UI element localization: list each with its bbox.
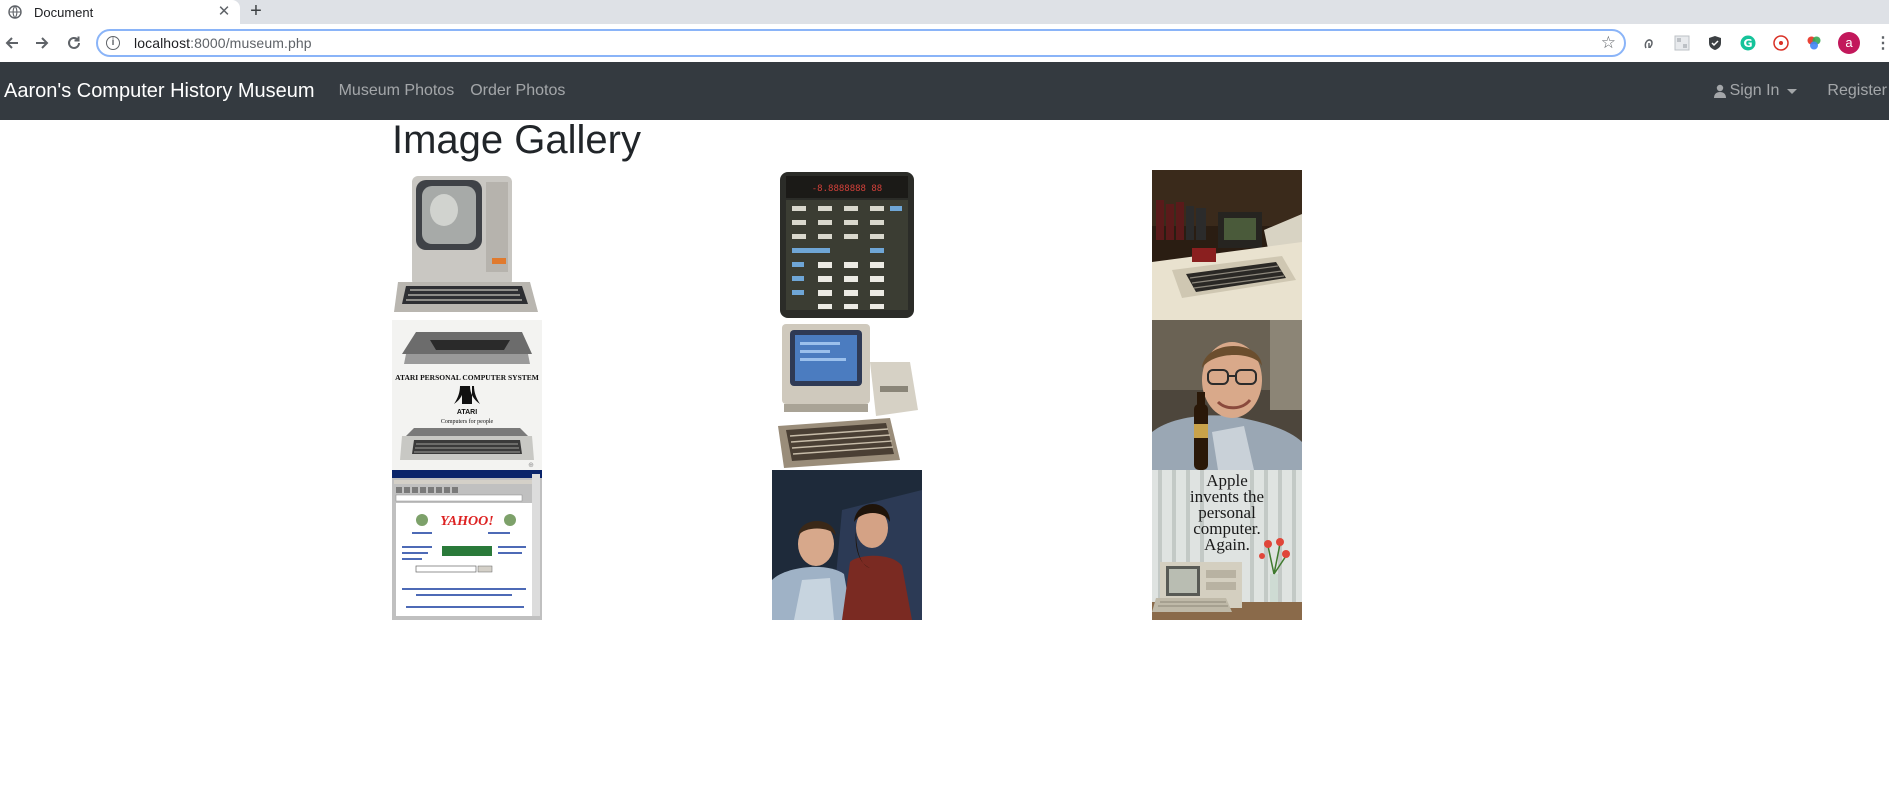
red-circle-extension-icon[interactable] [1772, 34, 1790, 52]
tab-title: Document [34, 4, 94, 20]
browser-tab[interactable]: Document ✕ [0, 0, 240, 24]
atari-ad-tagline: Computers for people [441, 418, 494, 425]
atari-ad-headline: ATARI PERSONAL COMPUTER SYSTEM [395, 373, 539, 382]
address-bar[interactable]: i localhost:8000/museum.php ☆ [96, 29, 1626, 57]
lisa-ad-line-5: Again. [1204, 535, 1250, 554]
info-icon[interactable]: i [106, 36, 120, 50]
gallery-image-atari-ad[interactable]: ATARI PERSONAL COMPUTER SYSTEM ATARI Com… [392, 320, 542, 470]
url-path: :8000/museum.php [190, 35, 312, 51]
new-tab-icon[interactable]: + [246, 0, 266, 24]
reload-icon[interactable] [62, 31, 86, 55]
extensions-bar: G a ⋮ [1640, 32, 1889, 54]
sign-in-dropdown[interactable]: Sign In [1713, 82, 1798, 100]
gallery-image-two-founders[interactable] [772, 470, 922, 620]
gallery-image-yahoo-website[interactable]: YAHOO! [392, 470, 542, 620]
gallery-image-terminal-computer[interactable] [392, 170, 542, 320]
profile-avatar[interactable]: a [1838, 32, 1860, 54]
qr-extension-icon[interactable] [1673, 34, 1691, 52]
nav-link-order-photos[interactable]: Order Photos [470, 82, 565, 100]
color-picker-extension-icon[interactable] [1805, 34, 1823, 52]
navbar-brand[interactable]: Aaron's Computer History Museum [4, 80, 315, 103]
grammarly-extension-icon[interactable]: G [1739, 34, 1757, 52]
shield-extension-icon[interactable] [1706, 34, 1724, 52]
browser-toolbar: i localhost:8000/museum.php ☆ G a ⋮ [0, 24, 1889, 62]
browser-tabstrip: Document ✕ + [0, 0, 1889, 24]
atari-ad-logo: ATARI [457, 409, 477, 416]
register-link[interactable]: Register [1827, 82, 1887, 100]
svg-text:-8.8888888 88: -8.8888888 88 [812, 184, 882, 194]
gallery-image-commodore-64[interactable] [772, 320, 922, 470]
menu-kebab-icon[interactable]: ⋮ [1875, 33, 1889, 53]
gallery-image-calculator[interactable]: -8.8888888 88 [772, 170, 922, 320]
fingerprint-extension-icon[interactable] [1640, 34, 1658, 52]
sign-in-label: Sign In [1729, 82, 1780, 99]
yahoo-logo-text: YAHOO! [440, 514, 493, 529]
site-navbar: Aaron's Computer History Museum Museum P… [0, 62, 1889, 120]
url-host: localhost [134, 35, 191, 51]
caret-down-icon [1787, 88, 1798, 94]
globe-icon [8, 5, 22, 19]
bookmark-star-icon[interactable]: ☆ [1601, 33, 1616, 53]
gallery-image-man-with-glasses[interactable] [1152, 320, 1302, 470]
user-icon [1713, 84, 1726, 98]
forward-arrow-icon[interactable] [30, 31, 54, 55]
navbar-right: Sign In Register [1713, 62, 1889, 120]
page-title: Image Gallery [392, 118, 641, 162]
gallery-image-apple-ii-computer[interactable] [1152, 170, 1302, 320]
back-arrow-icon[interactable] [0, 31, 24, 55]
image-gallery: -8.8888888 88 ATARI PERSONAL COMPUTER SY… [392, 170, 1502, 620]
url-text[interactable]: localhost:8000/museum.php [134, 35, 1601, 51]
close-icon[interactable]: ✕ [216, 4, 232, 20]
svg-text:G: G [1743, 37, 1752, 50]
main-container: Image Gallery -8.8888888 88 ATARI PERSON… [392, 120, 1502, 620]
gallery-image-apple-lisa-ad[interactable]: Apple invents the personal computer. Aga… [1152, 470, 1302, 620]
nav-link-museum-photos[interactable]: Museum Photos [339, 82, 455, 100]
zoom-icon: ⊕ [528, 461, 534, 469]
